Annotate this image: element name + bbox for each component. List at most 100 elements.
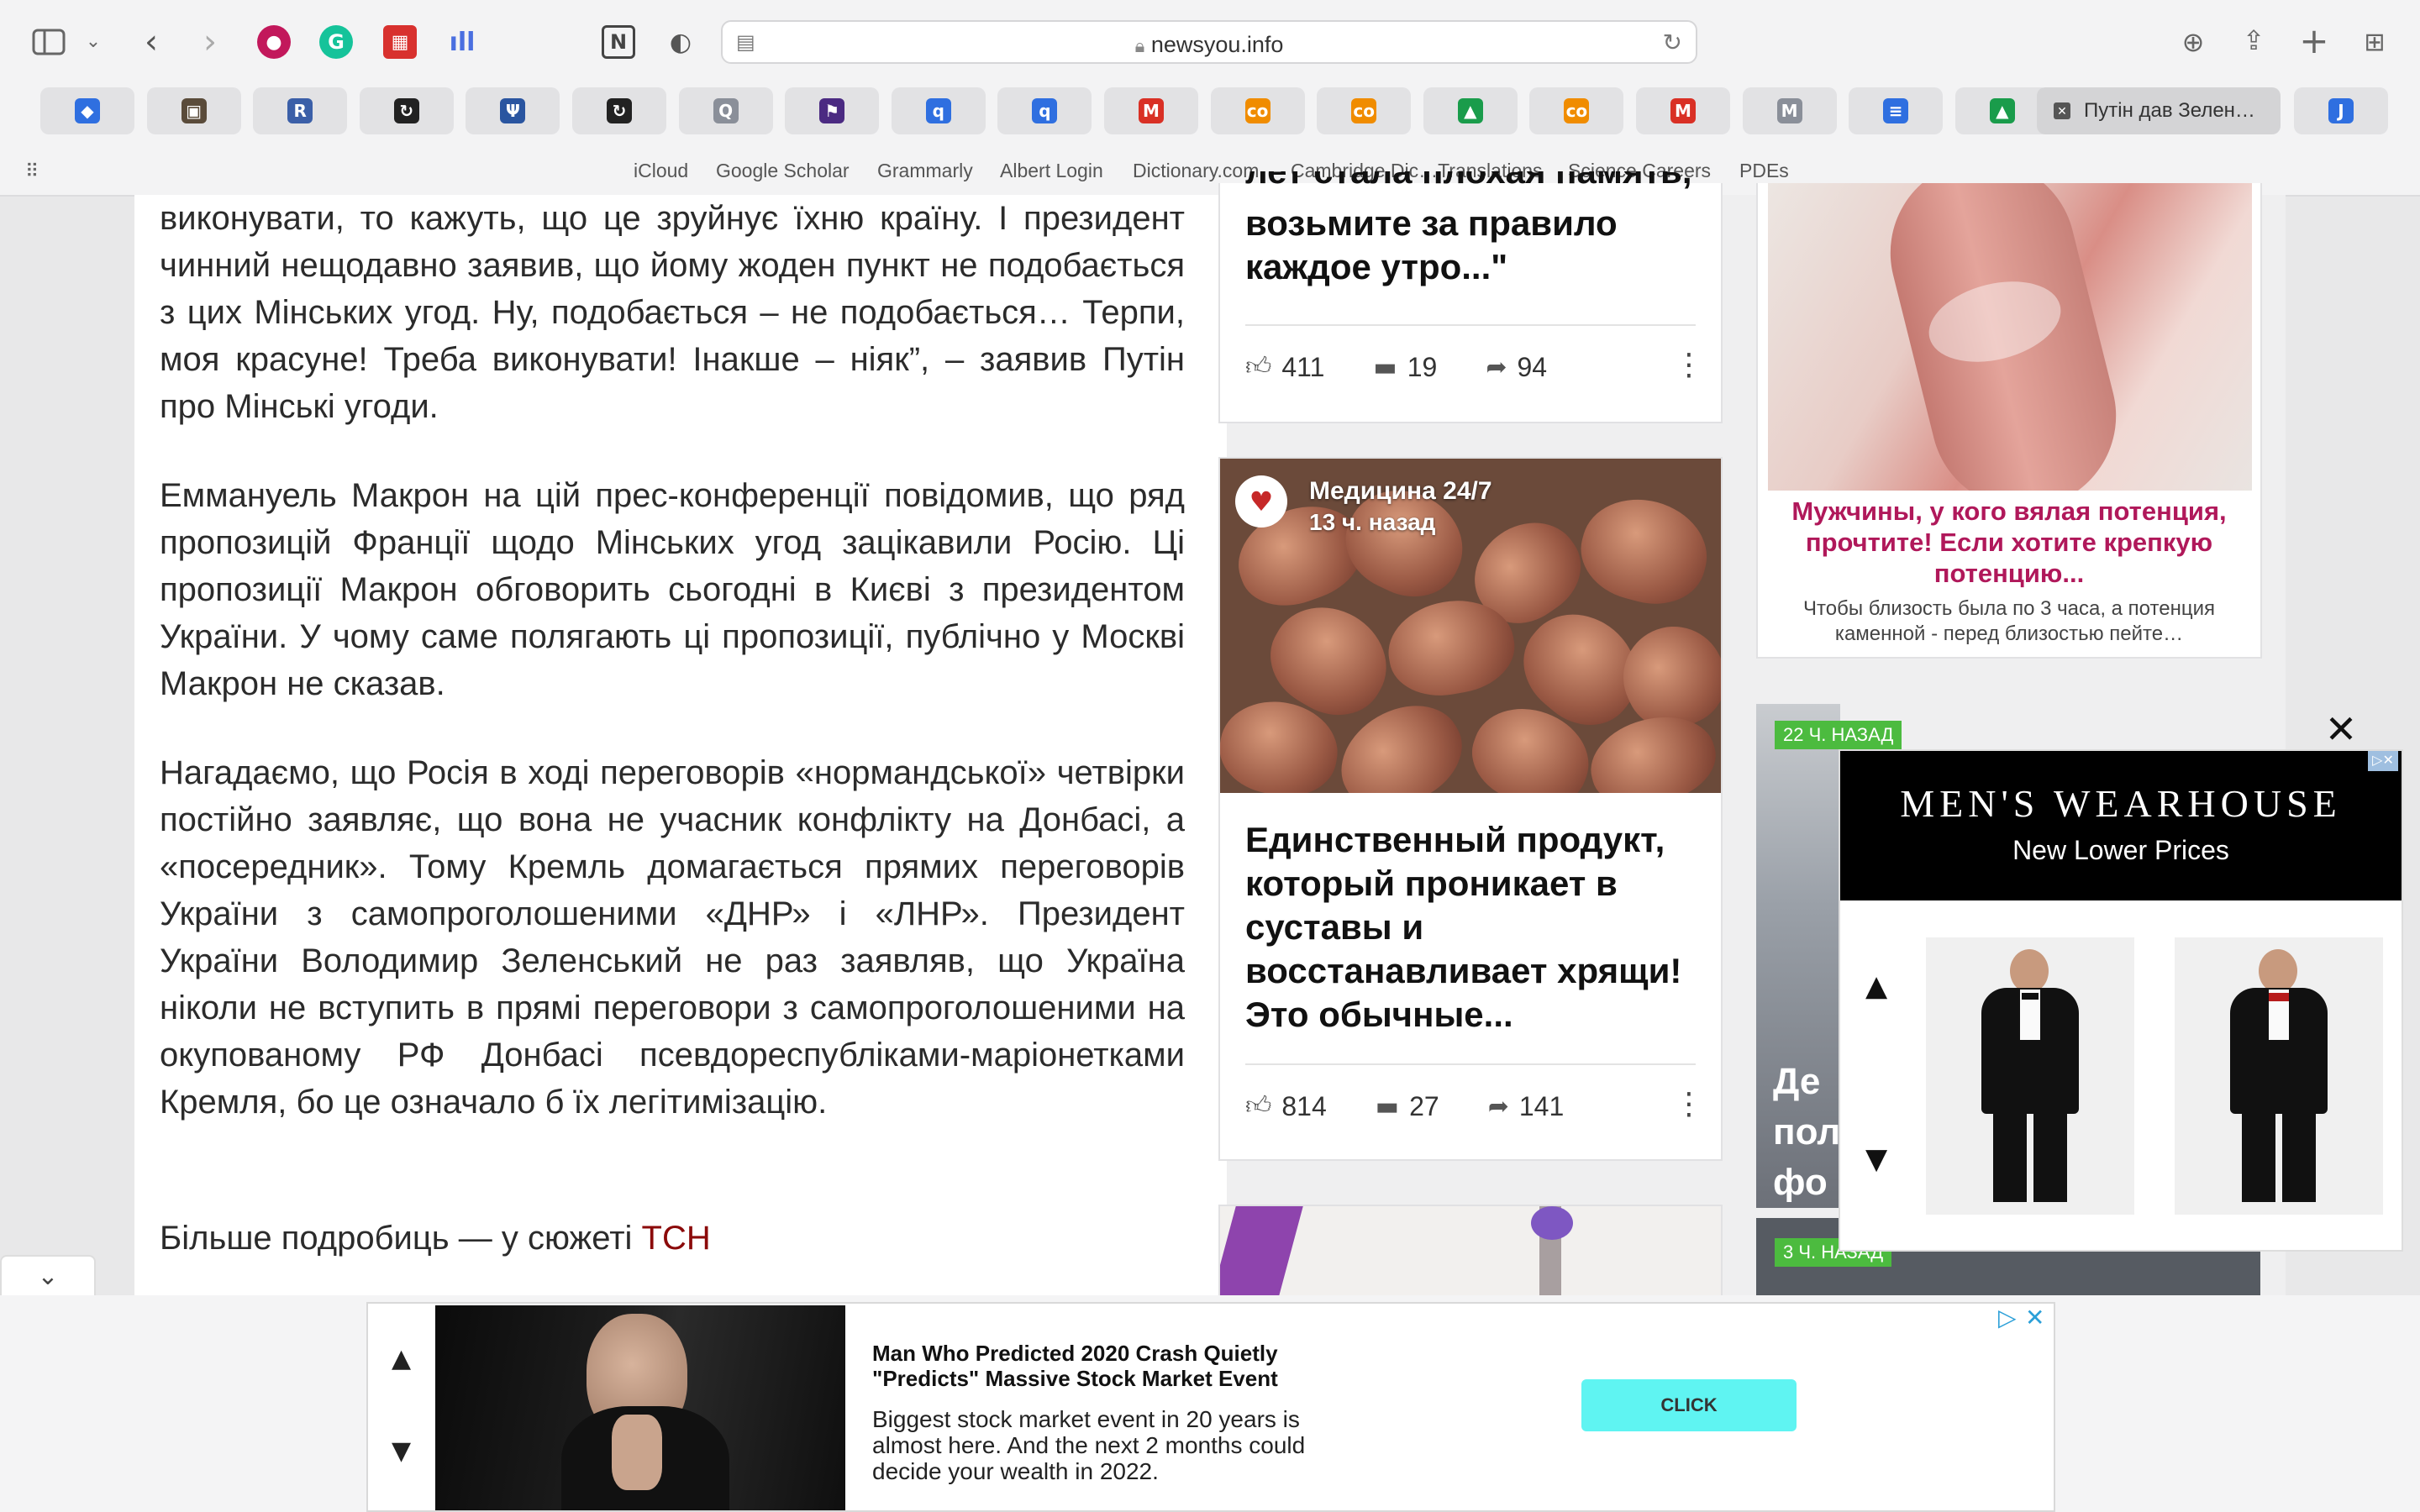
close-ad-icon[interactable]: ✕: [2324, 710, 2358, 748]
adchoices-icon[interactable]: ▷✕: [2368, 751, 2398, 771]
downloads-icon[interactable]: ⊕: [2176, 25, 2210, 59]
comment-icon: ▬: [1373, 352, 1397, 382]
shares-stat[interactable]: ➦ 141: [1488, 1091, 1565, 1122]
card-stats: 👍︎ 411 ▬ 19 ➦ 94: [1245, 346, 1696, 388]
chevron-down-icon[interactable]: ⌄: [81, 29, 106, 54]
bookmark-item[interactable]: Google Scholar: [716, 160, 850, 182]
news-card-3[interactable]: [1218, 1205, 1723, 1305]
card-source[interactable]: Медицина 24/7: [1309, 477, 1492, 506]
browser-tab[interactable]: ↻: [572, 87, 666, 134]
promo-title[interactable]: Мужчины, у кого вялая потенция, прочтите…: [1778, 496, 2240, 589]
browser-tab[interactable]: M: [1636, 87, 1730, 134]
ad-click-button[interactable]: CLICK: [1581, 1379, 1797, 1431]
promo-card-potency[interactable]: Мужчины, у кого вялая потенция, прочтите…: [1756, 183, 2262, 659]
close-ad-icon[interactable]: ✕: [2025, 1304, 2044, 1331]
browser-tab[interactable]: R: [253, 87, 348, 134]
url-text: newsyou.info: [1150, 32, 1284, 57]
mens-wearhouse-ad[interactable]: MEN'S WEARHOUSE New Lower Prices ▷✕ ▲ ▼: [1839, 749, 2403, 1252]
lock-icon: 🔒︎: [1134, 35, 1145, 56]
thumbs-up-icon: 👍︎: [1245, 1091, 1272, 1121]
news-card-2[interactable]: ♥ Медицина 24/7 13 ч. назад Единственный…: [1218, 457, 1723, 1161]
browser-tab[interactable]: Ψ: [466, 87, 560, 134]
notion-icon[interactable]: N: [602, 25, 635, 59]
heart-pulse-icon: ♥: [1235, 475, 1287, 528]
tab-active[interactable]: ✕ Путін дав Зелен…: [2037, 87, 2281, 134]
tab-last[interactable]: J: [2294, 87, 2388, 134]
chart-extension-icon[interactable]: ıll: [445, 25, 479, 59]
apps-grid-icon[interactable]: ⠿: [25, 161, 39, 182]
browser-tab[interactable]: ⚑: [785, 87, 880, 134]
browser-tab[interactable]: M: [1104, 87, 1198, 134]
partial-news-image[interactable]: Де пол фо: [1756, 704, 1840, 1208]
comments-stat[interactable]: ▬ 27: [1376, 1091, 1439, 1122]
browser-tab[interactable]: co: [1529, 87, 1624, 134]
browser-tab[interactable]: co: [1317, 87, 1412, 134]
co-icon: co: [1351, 98, 1377, 123]
likes-stat[interactable]: 👍︎ 411: [1245, 352, 1324, 383]
news-card-1[interactable]: лет стала плохая память, возьмите за пра…: [1218, 171, 1723, 423]
grammarly-icon[interactable]: G: [319, 25, 353, 59]
ad-header: MEN'S WEARHOUSE New Lower Prices ▷✕: [1840, 751, 2402, 900]
browser-tab[interactable]: ▣: [146, 87, 241, 134]
browser-tab[interactable]: ◆: [40, 87, 134, 134]
new-tab-icon[interactable]: +: [2297, 20, 2331, 61]
browser-tab[interactable]: ▲: [1954, 87, 2049, 134]
bookmark-item[interactable]: Albert Login: [1000, 160, 1103, 182]
forward-icon[interactable]: ›: [193, 23, 227, 61]
ad-headline[interactable]: Man Who Predicted 2020 Crash Quietly "Pr…: [872, 1341, 1343, 1391]
carousel-up-icon[interactable]: ▲: [1865, 969, 1887, 1003]
ad-image[interactable]: [435, 1305, 845, 1510]
time-badge: 22 Ч. НАЗАД: [1775, 721, 1902, 749]
blue-diamond-icon: ◆: [75, 98, 100, 123]
ad-next-icon[interactable]: ▼: [392, 1436, 411, 1466]
card-image-detail: [1531, 1206, 1573, 1240]
browser-tab[interactable]: ▲: [1423, 87, 1518, 134]
bookmark-item[interactable]: Dictionary.com: [1133, 160, 1259, 182]
sidebar-toggle-icon[interactable]: [30, 25, 67, 59]
co-icon: co: [1244, 98, 1270, 123]
mendeley-icon[interactable]: ▦: [383, 25, 417, 59]
tab-label: Путін дав Зелен…: [2084, 99, 2255, 122]
browser-tab[interactable]: M: [1742, 87, 1837, 134]
likes-stat[interactable]: 👍︎ 814: [1245, 1091, 1327, 1122]
comments-stat[interactable]: ▬ 19: [1373, 352, 1437, 383]
m-gray-icon: M: [1776, 98, 1802, 123]
article-paragraph-2: Еммануель Макрон на цій прес-конференції…: [160, 477, 1185, 702]
bookmark-item[interactable]: Grammarly: [877, 160, 973, 182]
browser-tab[interactable]: Q: [678, 87, 773, 134]
more-options-icon[interactable]: ⋮: [1674, 348, 1704, 382]
ad-prev-icon[interactable]: ▲: [392, 1344, 411, 1373]
more-options-icon[interactable]: ⋮: [1674, 1087, 1704, 1121]
browser-tab[interactable]: co: [1210, 87, 1305, 134]
address-bar[interactable]: ▤ 🔒︎ newsyou.info ↻: [721, 20, 1697, 64]
tuxedo-image[interactable]: [1926, 937, 2134, 1215]
reload-icon[interactable]: ↻: [1663, 29, 1682, 56]
privacy-shield-icon[interactable]: ◐: [664, 25, 697, 59]
browser-tab[interactable]: q: [891, 87, 986, 134]
carousel-down-icon[interactable]: ▼: [1865, 1142, 1887, 1176]
shares-stat[interactable]: ➦ 94: [1486, 352, 1547, 383]
share-arrow-icon: ➦: [1486, 352, 1507, 382]
browser-tab[interactable]: ↻: [359, 87, 454, 134]
card-stats: 👍︎ 814 ▬ 27 ➦ 141: [1245, 1085, 1696, 1127]
browser-tab[interactable]: q: [997, 87, 1092, 134]
browser-tab[interactable]: ≡: [1849, 87, 1944, 134]
q-blue-icon: q: [1032, 98, 1058, 123]
bookmark-item[interactable]: iCloud: [634, 160, 688, 182]
back-icon[interactable]: ‹: [134, 23, 168, 61]
share-icon[interactable]: ⇪: [2237, 24, 2270, 57]
collapse-chevron-icon[interactable]: ⌄: [0, 1255, 96, 1295]
q-blue-icon: q: [925, 98, 951, 123]
bookmark-icon: ⚑: [819, 98, 845, 123]
bottom-banner-ad[interactable]: ▲ ▼ Man Who Predicted 2020 Crash Quietly…: [366, 1302, 2055, 1512]
tuxedo-red-tie-image[interactable]: [2175, 937, 2383, 1215]
divider: [1245, 324, 1696, 326]
photo-icon: ▣: [181, 98, 207, 123]
adchoices-icon[interactable]: ▷: [1998, 1304, 2017, 1331]
bookmark-item[interactable]: PDEs: [1739, 160, 1789, 182]
card-title: Единственный продукт, который проникает …: [1245, 820, 1682, 1034]
close-tab-icon[interactable]: ✕: [2054, 102, 2070, 119]
tab-overview-icon[interactable]: ⊞: [2358, 25, 2391, 59]
extension-bird-icon[interactable]: ●: [257, 25, 291, 59]
tsn-link[interactable]: ТСН: [642, 1220, 711, 1257]
